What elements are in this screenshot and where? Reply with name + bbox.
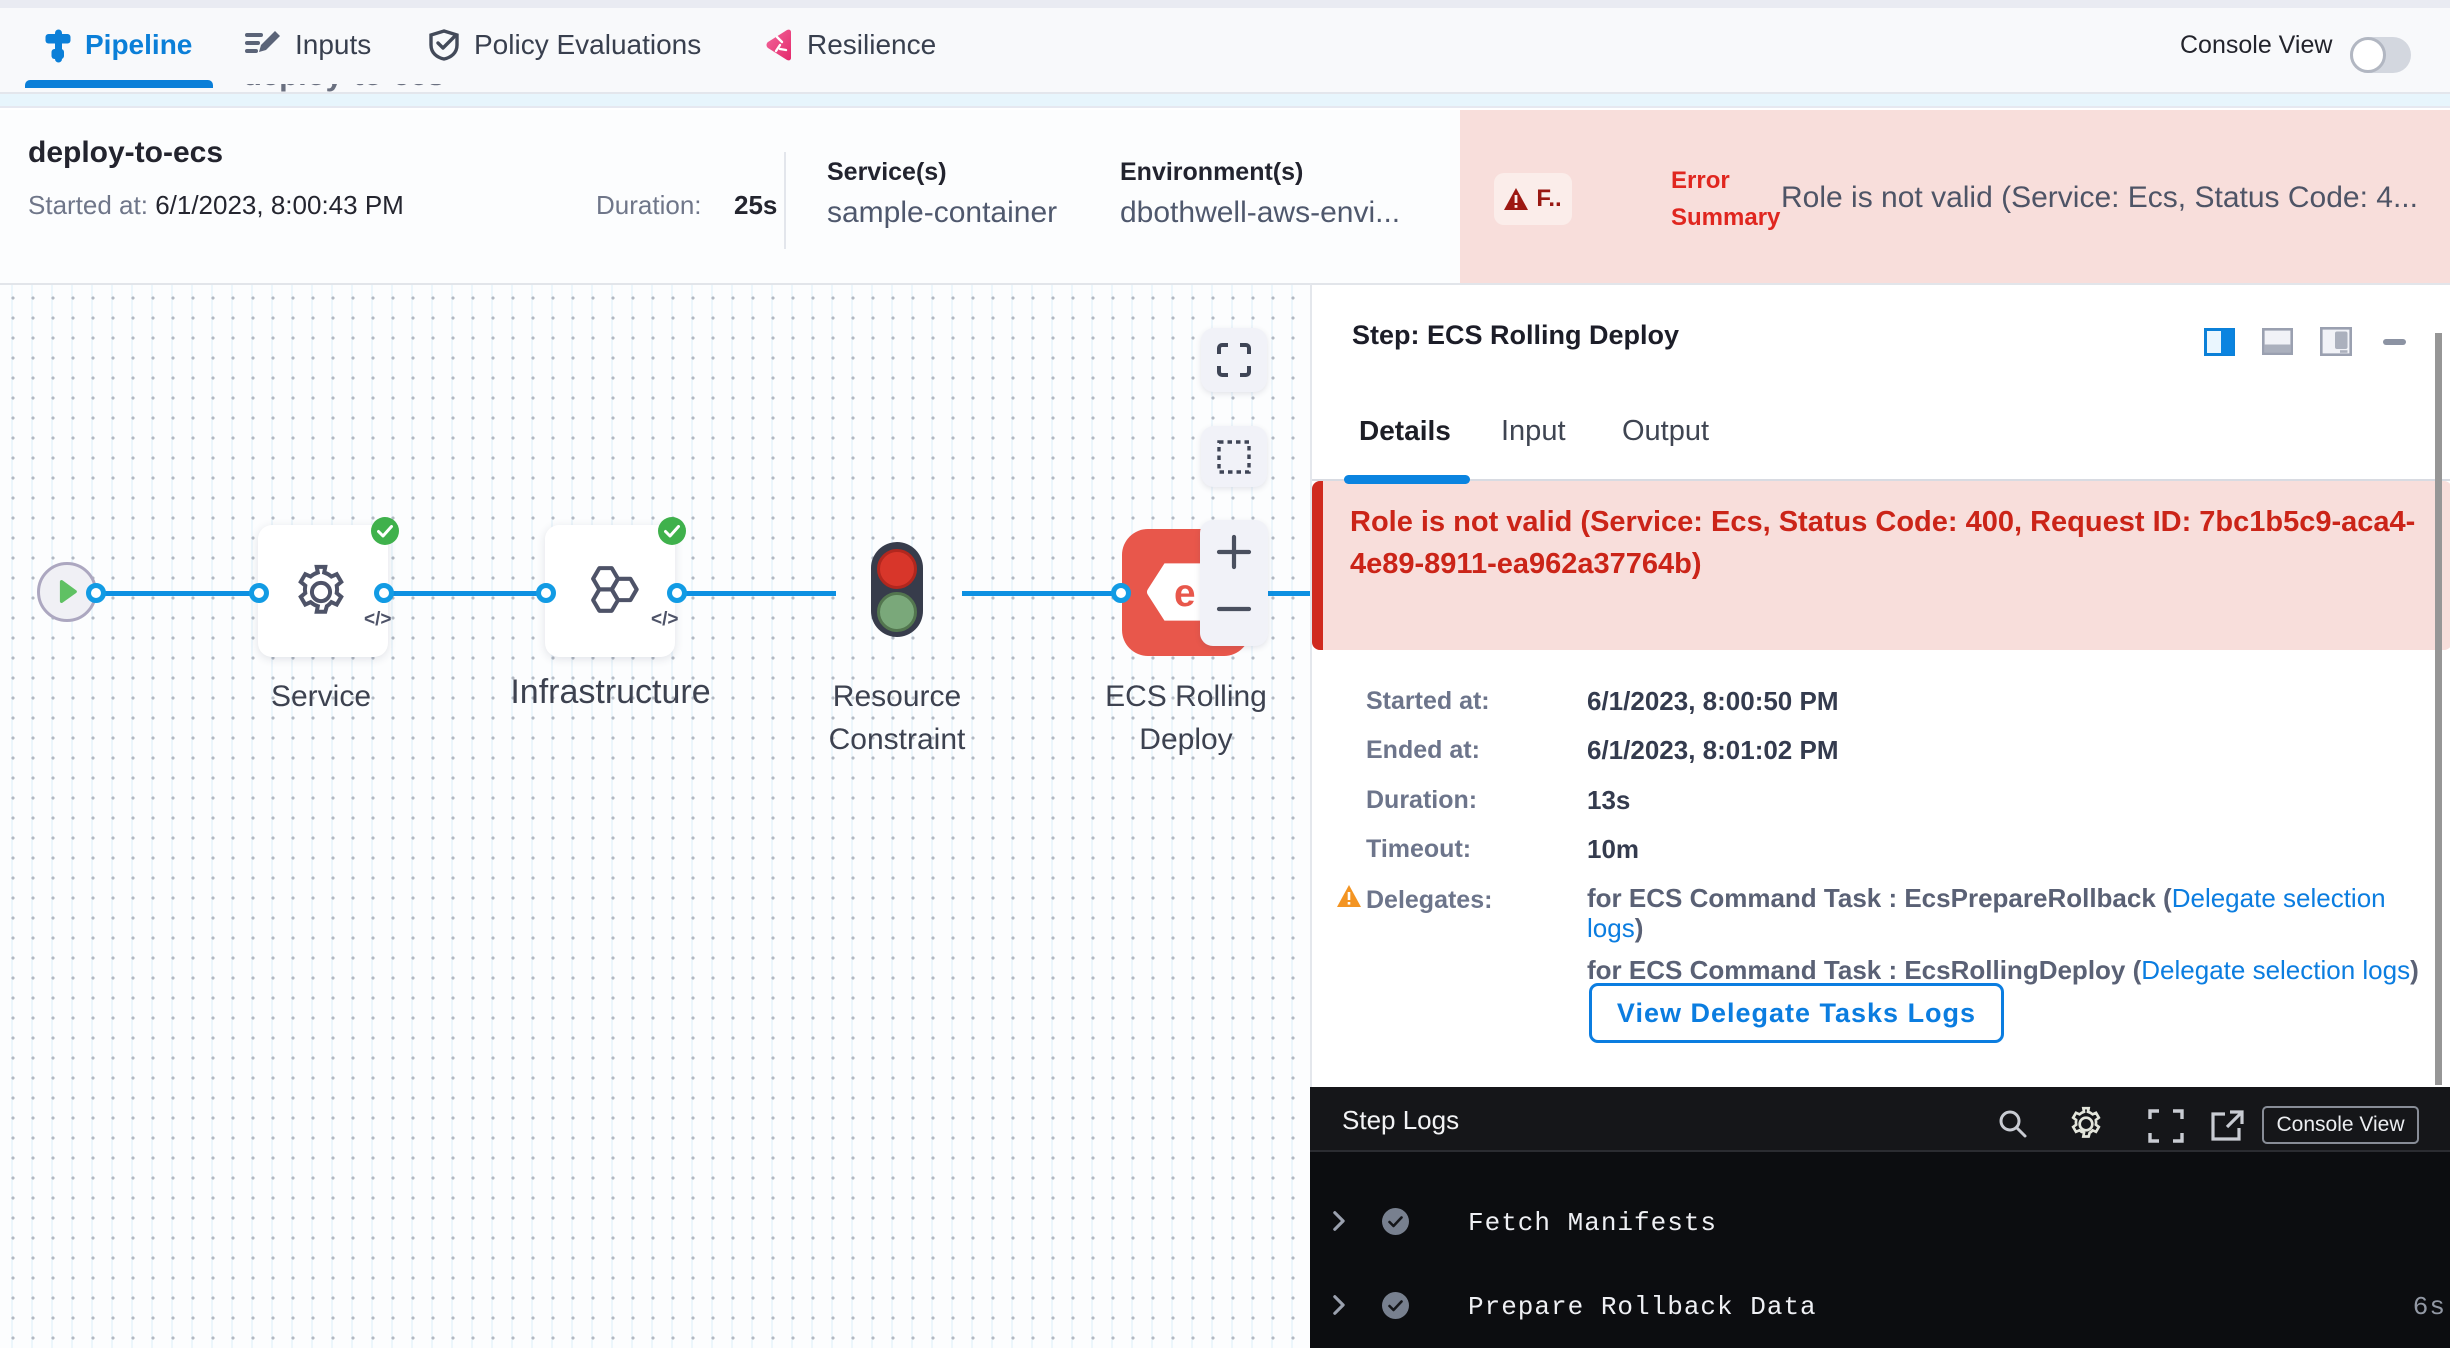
svg-text:e: e	[1174, 572, 1196, 615]
